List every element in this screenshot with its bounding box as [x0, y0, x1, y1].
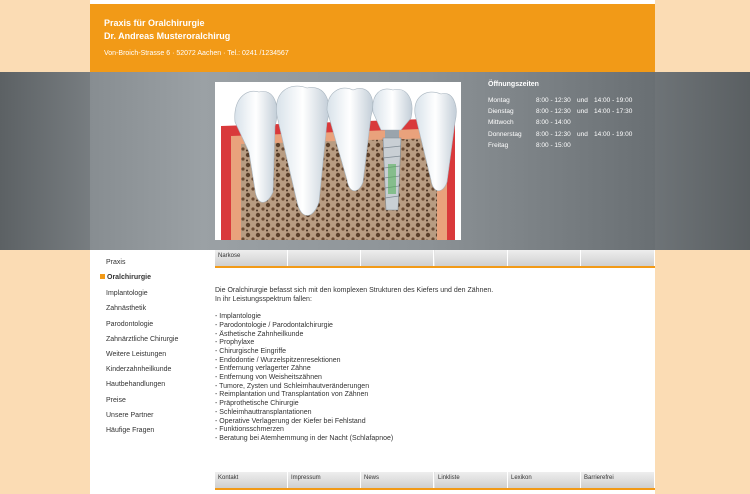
footer-navigation: Kontakt Impressum News Linkliste Lexikon…: [215, 472, 655, 490]
sidebar-item-praxis[interactable]: Praxis: [106, 259, 125, 266]
services-list: - Implantologie - Parodontologie / Parod…: [215, 313, 645, 444]
active-marker-icon: [100, 274, 105, 279]
sidebar-item-kinderzahnheilkunde[interactable]: Kinderzahnheilkunde: [106, 366, 171, 373]
hours-afternoon: [594, 117, 632, 128]
footer-link-linkliste[interactable]: Linkliste: [435, 472, 508, 488]
hours-afternoon: 14:00 - 19:00: [594, 97, 633, 105]
practice-address: Von-Broich-Strasse 6 · 52072 Aachen · Te…: [104, 50, 289, 57]
sidebar-item-weitere-leistungen[interactable]: Weitere Leistungen: [106, 351, 166, 358]
list-item: - Entfernung von Weisheitszähnen: [215, 374, 322, 382]
hours-row: Donnerstag 8:00 - 12:30 und 14:00 - 19:0…: [488, 129, 632, 140]
page-container: Praxis für Oralchirurgie Dr. Andreas Mus…: [90, 0, 655, 494]
list-item: - Ästhetische Zahnheilkunde: [215, 330, 304, 338]
sidebar-item-hautbehandlungen[interactable]: Hautbehandlungen: [106, 381, 165, 388]
list-item: - Schleimhauttransplantationen: [215, 408, 312, 416]
hours-afternoon: 14:00 - 19:00: [594, 130, 633, 138]
subnav-tab[interactable]: [288, 250, 361, 266]
hours-row: Montag 8:00 - 12:30 und 14:00 - 19:00: [488, 95, 632, 106]
subnav-tab[interactable]: [435, 250, 508, 266]
list-item: - Chirurgische Eingriffe: [215, 347, 287, 355]
footer-link-kontakt[interactable]: Kontakt: [215, 472, 288, 488]
subnav-tab[interactable]: [361, 250, 434, 266]
list-item: - Funktionsschmerzen: [215, 426, 284, 434]
sidebar-item-zahnaesthetik[interactable]: Zahnästhetik: [106, 305, 146, 312]
hours-afternoon: [594, 140, 632, 151]
sidebar-item-label: Oralchirurgie: [107, 274, 151, 281]
hours-afternoon: 14:00 - 17:30: [594, 108, 633, 116]
sidebar-item-oralchirurgie[interactable]: Oralchirurgie: [100, 274, 151, 281]
hours-day: Donnerstag: [488, 130, 522, 138]
footer-link-impressum[interactable]: Impressum: [288, 472, 361, 488]
hours-und: und: [577, 108, 588, 116]
main-content: Die Oralchirurgie befasst sich mit den k…: [215, 287, 645, 444]
hours-morning: 8:00 - 12:30: [536, 97, 571, 105]
list-item: - Parodontologie / Parodontalchirurgie: [215, 321, 333, 329]
sidebar-item-unsere-partner[interactable]: Unsere Partner: [106, 412, 153, 419]
intro-text: Die Oralchirurgie befasst sich mit den k…: [215, 287, 494, 294]
list-item: - Beratung bei Atemhemmung in der Nacht …: [215, 434, 394, 442]
footer-link-barrierefrei[interactable]: Barrierefrei: [581, 472, 655, 488]
sub-navigation: Narkose: [215, 250, 655, 268]
dental-implant-image: [215, 82, 461, 240]
list-item: - Implantologie: [215, 313, 261, 321]
hours-day: Freitag: [488, 141, 509, 149]
hours-day: Montag: [488, 97, 510, 105]
list-item: - Operative Verlagerung der Kiefer bei F…: [215, 417, 366, 425]
list-item: - Entfernung verlagerter Zähne: [215, 365, 311, 373]
hours-day: Mittwoch: [488, 119, 514, 127]
sidebar-item-zahnaerztliche-chirurgie[interactable]: Zahnärztliche Chirurgie: [106, 336, 178, 343]
hours-und: [577, 140, 594, 151]
list-item: - Präprothetische Chirurgie: [215, 400, 299, 408]
hours-morning: 8:00 - 14:00: [536, 119, 571, 127]
hours-row: Freitag 8:00 - 15:00: [488, 140, 632, 151]
sidebar-item-implantologie[interactable]: Implantologie: [106, 290, 148, 297]
hours-row: Dienstag 8:00 - 12:30 und 14:00 - 17:30: [488, 106, 632, 117]
sidebar-item-haeufige-fragen[interactable]: Häufige Fragen: [106, 427, 154, 434]
hours-und: [577, 117, 594, 128]
hours-morning: 8:00 - 12:30: [536, 130, 571, 138]
footer-link-news[interactable]: News: [361, 472, 434, 488]
opening-hours: Öffnungszeiten Montag 8:00 - 12:30 und 1…: [488, 81, 632, 151]
hero-section: Öffnungszeiten Montag 8:00 - 12:30 und 1…: [90, 72, 655, 250]
subnav-tab[interactable]: [508, 250, 581, 266]
hours-und: und: [577, 97, 588, 105]
opening-hours-table: Montag 8:00 - 12:30 und 14:00 - 19:00 Di…: [488, 95, 632, 151]
hours-und: und: [577, 130, 588, 138]
list-item: - Endodontie / Wurzelspitzenresektionen: [215, 356, 341, 364]
hours-row: Mittwoch 8:00 - 14:00: [488, 117, 632, 128]
sidebar-item-parodontologie[interactable]: Parodontologie: [106, 321, 153, 328]
dental-implant-illustration: [215, 82, 461, 240]
hours-day: Dienstag: [488, 108, 514, 116]
doctor-name: Dr. Andreas Musteroralchirug: [104, 31, 231, 41]
list-item: - Prophylaxe: [215, 339, 255, 347]
intro-subtext: In ihr Leistungsspektrum fallen:: [215, 295, 312, 303]
subnav-tab-narkose[interactable]: Narkose: [215, 250, 288, 266]
footer-link-lexikon[interactable]: Lexikon: [508, 472, 581, 488]
opening-hours-title: Öffnungszeiten: [488, 81, 539, 88]
hours-morning: 8:00 - 15:00: [536, 141, 571, 149]
list-item: - Tumore, Zysten und Schleimhautveränder…: [215, 382, 370, 390]
site-header: Praxis für Oralchirurgie Dr. Andreas Mus…: [90, 4, 655, 72]
list-item: - Reimplantation und Transplantation von…: [215, 391, 369, 399]
hours-morning: 8:00 - 12:30: [536, 108, 571, 116]
practice-title: Praxis für Oralchirurgie: [104, 18, 205, 28]
subnav-tab[interactable]: [581, 250, 655, 266]
sidebar-item-preise[interactable]: Preise: [106, 397, 126, 404]
